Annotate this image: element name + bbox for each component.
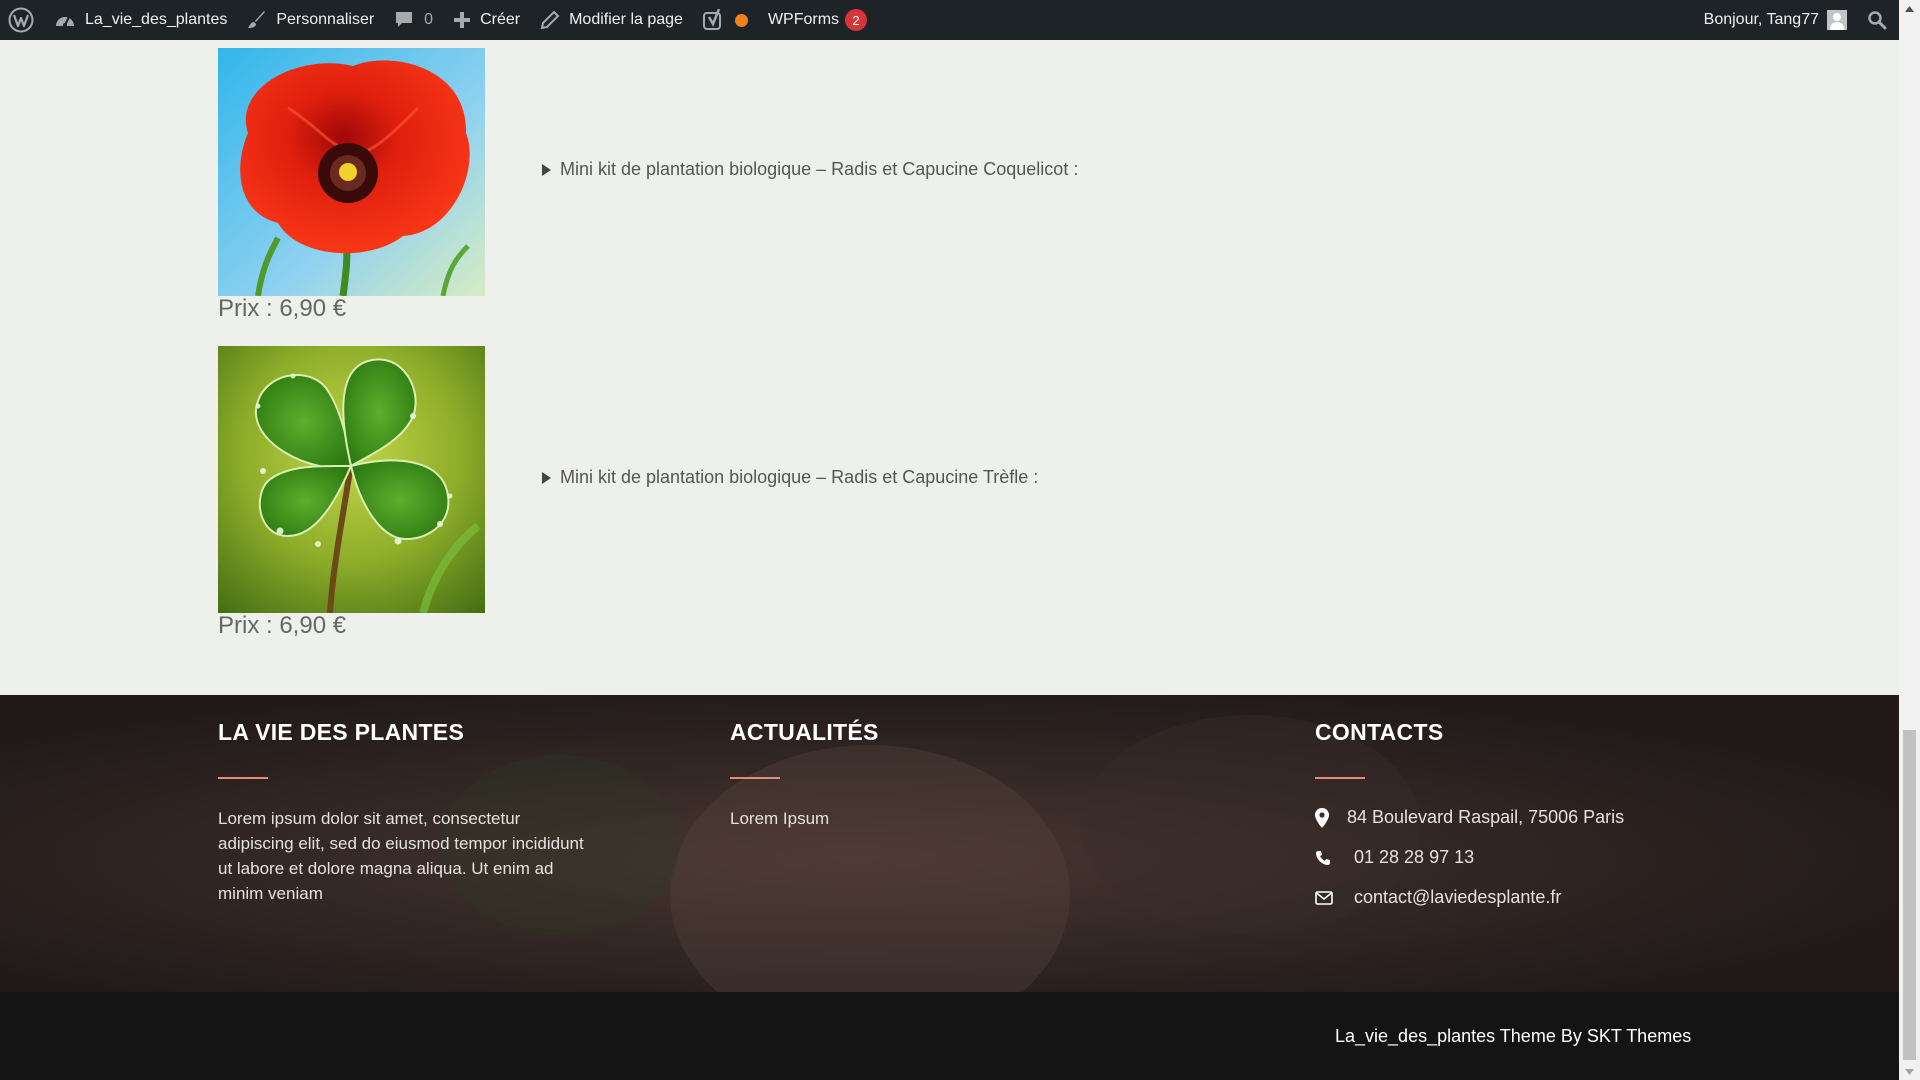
site-footer: LA VIE DES PLANTES Lorem ipsum dolor sit… — [0, 695, 1899, 992]
create-new-link[interactable]: Créer — [443, 0, 530, 40]
avatar — [1827, 10, 1847, 30]
search-icon — [1867, 10, 1887, 30]
product-item: Prix : 6,90 € — [218, 346, 485, 639]
create-label: Créer — [480, 11, 521, 28]
wordpress-logo-button[interactable] — [0, 0, 44, 40]
customize-label: Personnaliser — [276, 11, 375, 28]
edit-page-link[interactable]: Modifier la page — [530, 0, 693, 40]
footer-news-link[interactable]: Lorem Ipsum — [730, 806, 1030, 831]
product-description: Mini kit de plantation biologique – Radi… — [560, 159, 1079, 179]
scrollbar-thumb[interactable] — [1903, 730, 1916, 1060]
scroll-down-arrow-icon[interactable] — [1899, 1063, 1920, 1080]
comments-link[interactable]: 0 — [384, 0, 443, 40]
dashboard-icon — [54, 11, 76, 29]
product-image-poppy[interactable] — [218, 48, 485, 296]
brush-icon — [247, 10, 267, 30]
footer-contacts-title: CONTACTS — [1315, 719, 1444, 745]
wpforms-notification-badge: 2 — [845, 9, 868, 31]
wpforms-menu[interactable]: WPForms 2 — [758, 0, 877, 40]
pencil-icon — [540, 10, 560, 30]
product-image-clover[interactable] — [218, 346, 485, 613]
footer-title-underline — [1315, 777, 1365, 779]
envelope-icon — [1315, 890, 1354, 905]
triangle-right-icon — [542, 471, 551, 484]
product-price: Prix : 6,90 € — [218, 612, 347, 639]
theme-credit[interactable]: La_vie_des_plantes Theme By SKT Themes — [1335, 1026, 1691, 1047]
scroll-up-arrow-icon[interactable] — [1899, 0, 1920, 17]
product-item: Prix : 6,90 € — [218, 48, 485, 322]
triangle-right-icon — [542, 163, 551, 176]
account-menu[interactable]: Bonjour, Tang77 — [1694, 0, 1859, 40]
product-price: Prix : 6,90 € — [218, 295, 347, 322]
contact-email-link[interactable]: contact@laviedesplante.fr — [1354, 887, 1561, 908]
footer-title-underline — [218, 777, 268, 779]
product-description: Mini kit de plantation biologique – Radi… — [560, 467, 1039, 487]
site-name-label: La_vie_des_plantes — [85, 11, 228, 28]
wordpress-logo-icon — [8, 7, 34, 33]
site-name-link[interactable]: La_vie_des_plantes — [44, 0, 237, 40]
customize-link[interactable]: Personnaliser — [237, 0, 384, 40]
seo-status-dot — [734, 13, 748, 27]
plus-icon — [453, 11, 471, 29]
search-button[interactable] — [1859, 0, 1899, 40]
comment-icon — [394, 10, 414, 30]
edit-page-label: Modifier la page — [569, 11, 683, 28]
footer-title-underline — [730, 777, 780, 779]
wpforms-label: WPForms — [767, 11, 840, 28]
footer-bottom-bar: La_vie_des_plantes Theme By SKT Themes — [0, 992, 1899, 1080]
yoast-icon — [702, 9, 725, 31]
product-description-toggle[interactable]: Mini kit de plantation biologique – Radi… — [542, 159, 1078, 180]
contact-email: contact@laviedesplante.fr — [1315, 887, 1561, 908]
phone-icon — [1315, 850, 1354, 866]
comments-count: 0 — [424, 11, 434, 28]
contact-address: 84 Boulevard Raspail, 75006 Paris — [1315, 807, 1624, 828]
product-description-toggle[interactable]: Mini kit de plantation biologique – Radi… — [542, 467, 1038, 488]
wp-admin-bar: La_vie_des_plantes Personnaliser 0 Créer… — [0, 0, 1899, 40]
footer-news-title: ACTUALITÉS — [730, 719, 879, 745]
greeting-label: Bonjour, Tang77 — [1703, 11, 1819, 28]
contact-address-text: 84 Boulevard Raspail, 75006 Paris — [1347, 807, 1625, 827]
contact-phone-text: 01 28 28 97 13 — [1354, 847, 1475, 867]
yoast-seo-menu[interactable] — [693, 0, 758, 40]
contact-phone: 01 28 28 97 13 — [1315, 847, 1474, 868]
page-scrollbar[interactable] — [1899, 0, 1920, 1080]
map-pin-icon — [1315, 807, 1347, 828]
footer-about-title: LA VIE DES PLANTES — [218, 719, 465, 745]
footer-about-text: Lorem ipsum dolor sit amet, consectetur … — [218, 809, 584, 903]
